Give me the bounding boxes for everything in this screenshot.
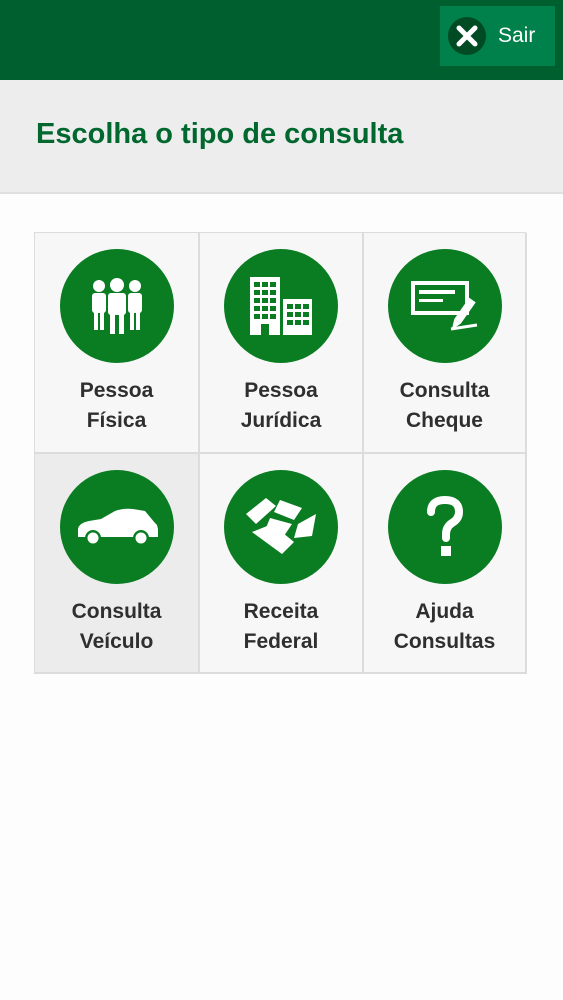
tile-pessoa-fisica[interactable]: Pessoa Física bbox=[35, 233, 200, 454]
exit-button[interactable]: Sair bbox=[440, 6, 555, 66]
tile-label: Receita Federal bbox=[243, 600, 319, 653]
page-header: Escolha o tipo de consulta bbox=[0, 80, 563, 194]
tile-label: Ajuda Consultas bbox=[393, 600, 496, 653]
tile-label: Pessoa Jurídica bbox=[240, 379, 322, 432]
tile-label: Consulta Veículo bbox=[71, 600, 162, 653]
close-icon bbox=[448, 17, 486, 55]
tile-label: Consulta Cheque bbox=[399, 379, 490, 432]
tile-ajuda-consultas[interactable]: Ajuda Consultas bbox=[364, 454, 527, 674]
check-pen-icon bbox=[387, 249, 502, 363]
question-mark-icon bbox=[387, 470, 502, 584]
top-app-bar: Sair bbox=[0, 0, 563, 80]
page-title: Escolha o tipo de consulta bbox=[36, 118, 404, 150]
tile-consulta-veiculo[interactable]: Consulta Veículo bbox=[35, 454, 200, 674]
buildings-icon bbox=[224, 249, 338, 363]
people-icon bbox=[59, 249, 174, 363]
tile-receita-federal[interactable]: Receita Federal bbox=[200, 454, 364, 674]
tile-label: Pessoa Física bbox=[79, 379, 154, 432]
exit-button-label: Sair bbox=[498, 24, 536, 47]
car-icon bbox=[59, 470, 174, 584]
tile-pessoa-juridica[interactable]: Pessoa Jurídica bbox=[200, 233, 364, 454]
consulta-grid: Pessoa Física Pessoa Jurídica Consulta C… bbox=[34, 232, 527, 674]
tile-consulta-cheque[interactable]: Consulta Cheque bbox=[364, 233, 527, 454]
receita-federal-logo-icon bbox=[224, 470, 338, 584]
